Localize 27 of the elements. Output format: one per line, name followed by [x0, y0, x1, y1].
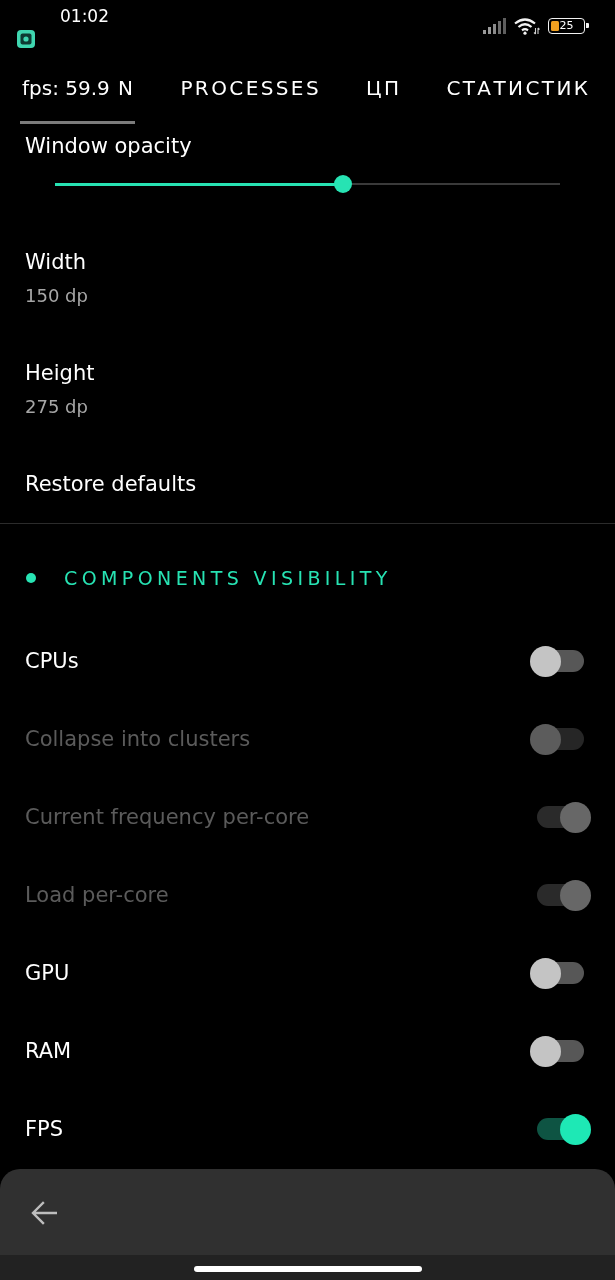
clock-time: 01:02 — [60, 5, 109, 27]
tab[interactable]: СТАТИСТИК — [446, 65, 591, 124]
setting-title[interactable]: Height — [25, 360, 95, 386]
setting-value: 150 dp — [25, 284, 88, 308]
setting-label: GPU — [25, 960, 70, 986]
setting-label: FPS — [25, 1116, 64, 1142]
setting-title[interactable]: Restore defaults — [25, 471, 197, 497]
tab[interactable]: ЦП — [366, 65, 402, 124]
wifi-icon — [514, 18, 540, 35]
slider-thumb[interactable] — [333, 175, 352, 193]
setting-label: CPUs — [25, 648, 79, 674]
setting-label: RAM — [25, 1038, 72, 1064]
setting-title[interactable]: Width — [25, 249, 86, 275]
slider-label: Window opacity — [24, 134, 193, 158]
battery-fill — [551, 21, 559, 31]
bullet-dot-icon — [26, 573, 36, 583]
setting-value: 275 dp — [25, 395, 88, 419]
setting-label: Collapse into clusters — [25, 726, 251, 752]
signal-icon — [483, 18, 506, 34]
setting-label: Load per-core — [25, 882, 169, 908]
back-arrow-icon — [31, 1201, 57, 1225]
setting-label: Current frequency per-core — [25, 804, 310, 830]
section-heading: COMPONENTS VISIBILITY — [64, 566, 392, 591]
back-button[interactable] — [31, 1201, 57, 1225]
battery-percentage: 25 — [559, 20, 574, 32]
app-notification-icon — [17, 30, 35, 48]
tab[interactable]: PROCESSES — [180, 65, 321, 124]
